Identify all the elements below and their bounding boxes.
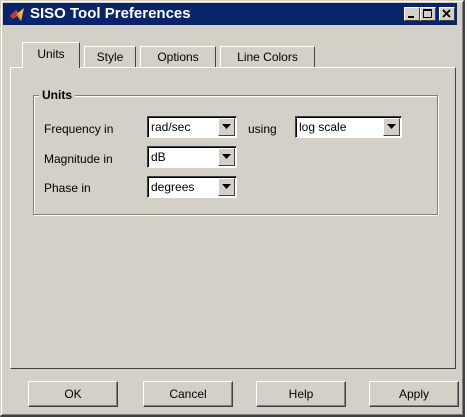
- magnitude-units-select[interactable]: dB: [147, 146, 237, 168]
- window-title: SISO Tool Preferences: [30, 5, 191, 22]
- magnitude-label: Magnitude in: [44, 152, 113, 166]
- tab-line-colors[interactable]: Line Colors: [220, 46, 315, 68]
- phase-label: Phase in: [44, 181, 91, 195]
- units-group-title: Units: [39, 87, 75, 103]
- frequency-scale-value: log scale: [299, 120, 347, 134]
- magnitude-units-value: dB: [151, 150, 166, 164]
- chevron-down-icon[interactable]: [218, 178, 235, 196]
- tab-options[interactable]: Options: [140, 46, 216, 68]
- cancel-button[interactable]: Cancel: [143, 381, 233, 407]
- apply-button[interactable]: Apply: [369, 381, 459, 407]
- close-button[interactable]: [439, 7, 455, 21]
- help-button[interactable]: Help: [256, 381, 346, 407]
- tab-units[interactable]: Units: [22, 42, 80, 68]
- frequency-units-select[interactable]: rad/sec: [147, 116, 237, 138]
- maximize-button[interactable]: [420, 7, 436, 21]
- chevron-down-icon[interactable]: [383, 118, 400, 136]
- chevron-down-icon[interactable]: [218, 148, 235, 166]
- frequency-scale-select[interactable]: log scale: [295, 116, 402, 138]
- frequency-label: Frequency in: [44, 122, 114, 136]
- phase-units-value: degrees: [151, 180, 195, 194]
- tab-style[interactable]: Style: [84, 46, 136, 68]
- phase-units-select[interactable]: degrees: [147, 176, 237, 198]
- frequency-units-value: rad/sec: [151, 120, 191, 134]
- minimize-button[interactable]: [404, 7, 420, 21]
- matlab-icon: [9, 7, 25, 22]
- ok-button[interactable]: OK: [28, 381, 118, 407]
- chevron-down-icon[interactable]: [218, 118, 235, 136]
- title-bar[interactable]: SISO Tool Preferences: [3, 3, 457, 25]
- using-label: using: [248, 122, 277, 136]
